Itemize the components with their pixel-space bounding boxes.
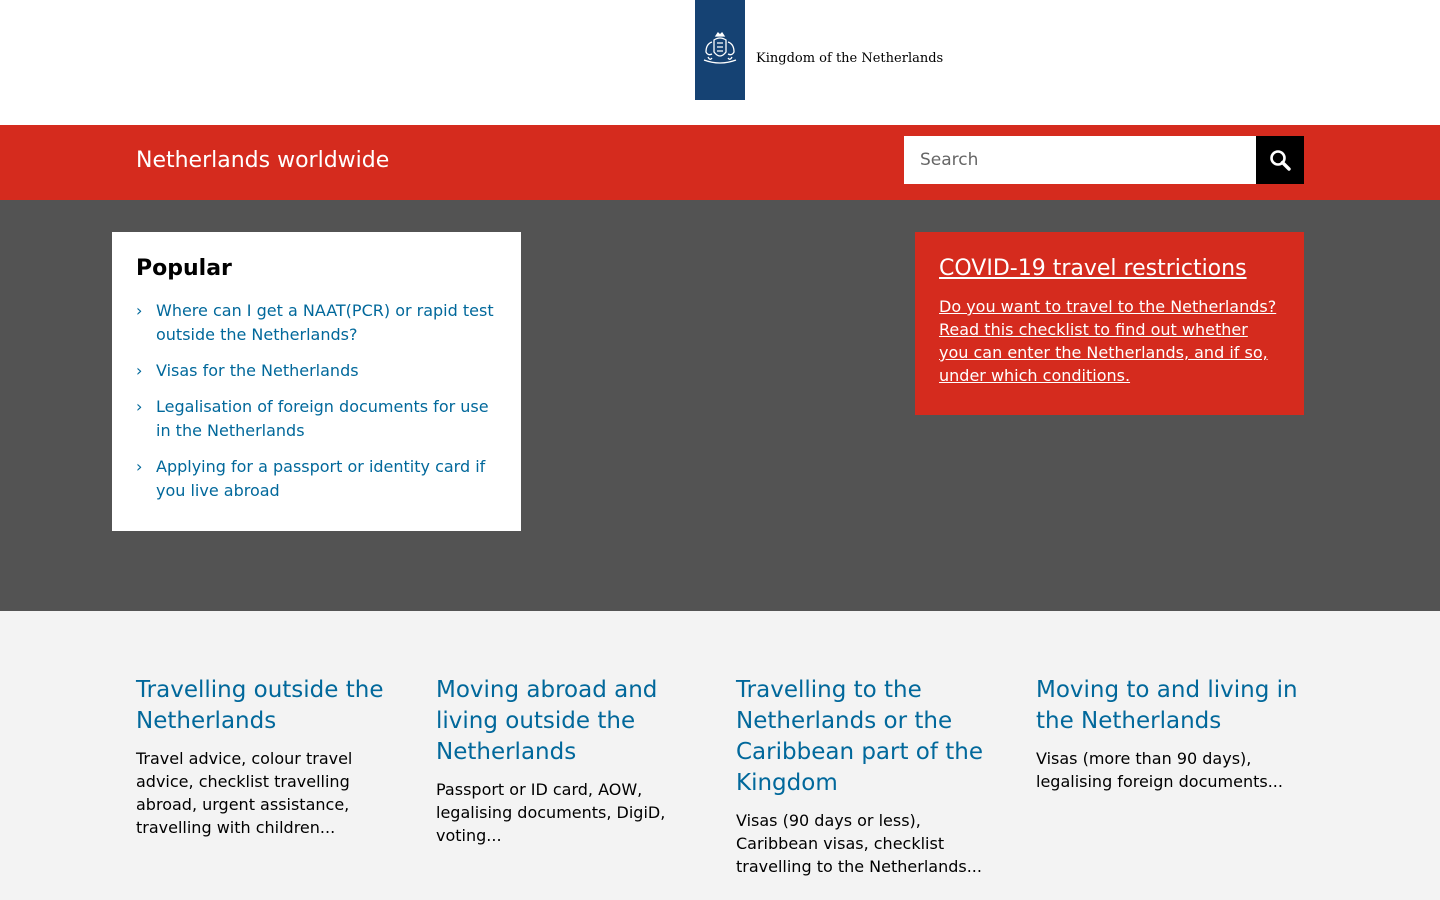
topic-tile: Travelling to the Netherlands or the Car… [736, 675, 1006, 878]
topic-description: Passport or ID card, AOW, legalising doc… [436, 780, 666, 845]
list-item: › Applying for a passport or identity ca… [136, 455, 497, 503]
popular-link[interactable]: Legalisation of foreign documents for us… [156, 397, 489, 440]
hero-section: Popular › Where can I get a NAAT(PCR) or… [0, 200, 1440, 611]
site-title-link[interactable]: Netherlands worldwide [136, 148, 389, 173]
topic-description: Travel advice, colour travel advice, che… [136, 749, 353, 837]
popular-link[interactable]: Where can I get a NAAT(PCR) or rapid tes… [156, 301, 494, 344]
covid-text-link[interactable]: Do you want to travel to the Netherlands… [939, 295, 1280, 387]
chevron-right-icon: › [136, 301, 143, 320]
chevron-right-icon: › [136, 361, 143, 380]
chevron-right-icon: › [136, 457, 143, 476]
list-item: › Legalisation of foreign documents for … [136, 395, 497, 443]
popular-title: Popular [136, 256, 232, 281]
search-button[interactable] [1256, 136, 1304, 184]
popular-link[interactable]: Visas for the Netherlands [156, 361, 359, 380]
popular-link[interactable]: Applying for a passport or identity card… [156, 457, 485, 500]
topic-title-link[interactable]: Travelling outside the Netherlands [136, 675, 406, 737]
top-header: Kingdom of the Netherlands [0, 0, 1440, 125]
covid-title-link[interactable]: COVID-19 travel restrictions [939, 256, 1280, 281]
search-input[interactable] [904, 136, 1256, 184]
logo-link[interactable] [695, 0, 745, 100]
topic-description: Visas (more than 90 days), legalising fo… [1036, 749, 1283, 791]
chevron-right-icon: › [136, 397, 143, 416]
magnifier-icon [1270, 150, 1291, 171]
popular-list: › Where can I get a NAAT(PCR) or rapid t… [136, 299, 497, 503]
list-item: › Where can I get a NAAT(PCR) or rapid t… [136, 299, 497, 347]
list-item: › Visas for the Netherlands [136, 359, 497, 383]
topic-title-link[interactable]: Moving abroad and living outside the Net… [436, 675, 706, 768]
topics-section: Travelling outside the Netherlands Trave… [0, 611, 1440, 900]
popular-card: Popular › Where can I get a NAAT(PCR) or… [112, 232, 521, 531]
topic-title-link[interactable]: Travelling to the Netherlands or the Car… [736, 675, 1006, 799]
covid-card: COVID-19 travel restrictions Do you want… [915, 232, 1304, 415]
topic-tile: Travelling outside the Netherlands Trave… [136, 675, 406, 839]
topic-description: Visas (90 days or less), Caribbean visas… [736, 811, 982, 876]
logo-text: Kingdom of the Netherlands [756, 51, 944, 66]
site-header-band: Netherlands worldwide [0, 125, 1440, 200]
topic-tile: Moving to and living in the Netherlands … [1036, 675, 1306, 793]
coat-of-arms-icon [703, 31, 737, 64]
topic-title-link[interactable]: Moving to and living in the Netherlands [1036, 675, 1306, 737]
topic-tile: Moving abroad and living outside the Net… [436, 675, 706, 847]
